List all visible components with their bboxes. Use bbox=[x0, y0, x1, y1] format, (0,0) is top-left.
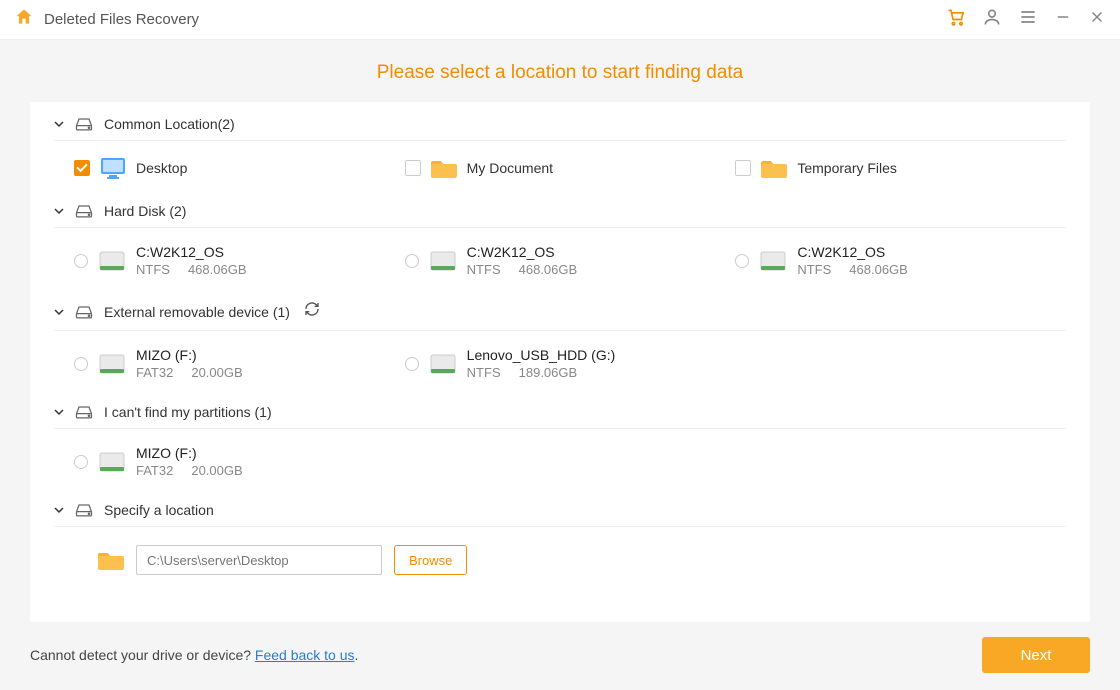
drive-fs: FAT32 bbox=[136, 463, 173, 478]
drive-name: C:W2K12_OS bbox=[467, 244, 578, 260]
drive-size: 20.00GB bbox=[191, 365, 242, 380]
drive-icon bbox=[74, 404, 94, 420]
drive-size: 468.06GB bbox=[849, 262, 908, 277]
footer-text: Cannot detect your drive or device? Feed… bbox=[30, 647, 358, 663]
drive-size: 189.06GB bbox=[519, 365, 578, 380]
feedback-link[interactable]: Feed back to us bbox=[255, 647, 355, 663]
common-row: Desktop My Document Temporary Files bbox=[54, 147, 1066, 189]
checkbox[interactable] bbox=[405, 160, 421, 176]
drive-item[interactable]: Lenovo_USB_HDD (G:) NTFS 189.06GB bbox=[405, 347, 736, 380]
hdd-icon bbox=[98, 353, 126, 375]
radio[interactable] bbox=[405, 357, 419, 371]
section-header-harddisk[interactable]: Hard Disk (2) bbox=[54, 189, 1066, 227]
hdd-icon bbox=[759, 250, 787, 272]
drive-size: 468.06GB bbox=[188, 262, 247, 277]
location-label: Temporary Files bbox=[797, 160, 897, 176]
chevron-down-icon[interactable] bbox=[54, 407, 64, 417]
section-title: Hard Disk (2) bbox=[104, 203, 186, 219]
hdd-icon bbox=[98, 250, 126, 272]
drive-item[interactable]: MIZO (F:) FAT32 20.00GB bbox=[74, 445, 405, 478]
home-icon[interactable] bbox=[14, 7, 34, 32]
section-header-common[interactable]: Common Location(2) bbox=[54, 102, 1066, 140]
drive-item[interactable]: C:W2K12_OS NTFS 468.06GB bbox=[735, 244, 1066, 277]
harddisk-row: C:W2K12_OS NTFS 468.06GB C:W2K12_OS NTFS 4… bbox=[54, 234, 1066, 287]
cantfind-row: MIZO (F:) FAT32 20.00GB bbox=[54, 435, 1066, 488]
folder-icon bbox=[761, 157, 787, 179]
close-icon[interactable] bbox=[1088, 8, 1106, 31]
drive-fs: FAT32 bbox=[136, 365, 173, 380]
location-mydocument[interactable]: My Document bbox=[405, 157, 736, 179]
hdd-icon bbox=[429, 250, 457, 272]
drive-item[interactable]: C:W2K12_OS NTFS 468.06GB bbox=[405, 244, 736, 277]
drive-name: MIZO (F:) bbox=[136, 347, 243, 363]
location-label: Desktop bbox=[136, 160, 187, 176]
checkbox[interactable] bbox=[735, 160, 751, 176]
drive-item[interactable]: MIZO (F:) FAT32 20.00GB bbox=[74, 347, 405, 380]
refresh-icon[interactable] bbox=[304, 301, 320, 322]
chevron-down-icon[interactable] bbox=[54, 307, 64, 317]
section-header-cantfind[interactable]: I can't find my partitions (1) bbox=[54, 390, 1066, 428]
section-title: External removable device (1) bbox=[104, 304, 290, 320]
monitor-icon bbox=[100, 157, 126, 179]
drive-icon bbox=[74, 203, 94, 219]
specify-row: Browse bbox=[54, 533, 1066, 575]
browse-button[interactable]: Browse bbox=[394, 545, 467, 575]
cart-icon[interactable] bbox=[946, 7, 966, 32]
chevron-down-icon[interactable] bbox=[54, 119, 64, 129]
path-input[interactable] bbox=[136, 545, 382, 575]
instruction-text: Please select a location to start findin… bbox=[0, 40, 1120, 102]
section-title: I can't find my partitions (1) bbox=[104, 404, 272, 420]
checkbox[interactable] bbox=[74, 160, 90, 176]
drive-name: MIZO (F:) bbox=[136, 445, 243, 461]
drive-fs: NTFS bbox=[467, 262, 501, 277]
minimize-icon[interactable] bbox=[1054, 8, 1072, 31]
drive-name: C:W2K12_OS bbox=[136, 244, 247, 260]
footer: Cannot detect your drive or device? Feed… bbox=[0, 620, 1120, 690]
section-header-external[interactable]: External removable device (1) bbox=[54, 287, 1066, 330]
drive-name: C:W2K12_OS bbox=[797, 244, 908, 260]
drive-fs: NTFS bbox=[797, 262, 831, 277]
titlebar: Deleted Files Recovery bbox=[0, 0, 1120, 40]
drive-name: Lenovo_USB_HDD (G:) bbox=[467, 347, 616, 363]
drive-fs: NTFS bbox=[467, 365, 501, 380]
page-title: Deleted Files Recovery bbox=[44, 11, 199, 28]
drive-item[interactable]: C:W2K12_OS NTFS 468.06GB bbox=[74, 244, 405, 277]
chevron-down-icon[interactable] bbox=[54, 505, 64, 515]
next-button[interactable]: Next bbox=[982, 637, 1090, 673]
drive-icon bbox=[74, 116, 94, 132]
location-label: My Document bbox=[467, 160, 553, 176]
radio[interactable] bbox=[405, 254, 419, 268]
radio[interactable] bbox=[74, 357, 88, 371]
drive-icon bbox=[74, 304, 94, 320]
external-row: MIZO (F:) FAT32 20.00GB Lenovo_USB_HDD (G… bbox=[54, 337, 1066, 390]
hdd-icon bbox=[429, 353, 457, 375]
radio[interactable] bbox=[735, 254, 749, 268]
section-header-specify[interactable]: Specify a location bbox=[54, 488, 1066, 526]
location-tempfiles[interactable]: Temporary Files bbox=[735, 157, 1066, 179]
locations-panel: Common Location(2) Desktop My Document T… bbox=[30, 102, 1090, 622]
section-title: Specify a location bbox=[104, 502, 214, 518]
chevron-down-icon[interactable] bbox=[54, 206, 64, 216]
hdd-icon bbox=[98, 451, 126, 473]
section-title: Common Location(2) bbox=[104, 116, 235, 132]
drive-icon bbox=[74, 502, 94, 518]
folder-icon bbox=[98, 549, 124, 571]
folder-icon bbox=[431, 157, 457, 179]
menu-icon[interactable] bbox=[1018, 7, 1038, 32]
user-icon[interactable] bbox=[982, 7, 1002, 32]
drive-size: 20.00GB bbox=[191, 463, 242, 478]
radio[interactable] bbox=[74, 254, 88, 268]
drive-size: 468.06GB bbox=[519, 262, 578, 277]
radio[interactable] bbox=[74, 455, 88, 469]
drive-fs: NTFS bbox=[136, 262, 170, 277]
location-desktop[interactable]: Desktop bbox=[74, 157, 405, 179]
